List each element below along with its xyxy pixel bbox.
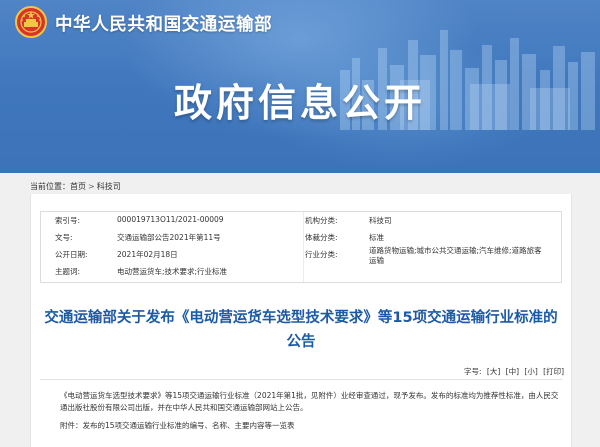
index-value: 000019713O11/2021-00009 — [117, 215, 224, 224]
genre-label: 体裁分类: — [305, 233, 338, 242]
font-small-button[interactable]: [小] — [524, 367, 537, 376]
genre-value: 标准 — [369, 233, 384, 242]
industry-label: 行业分类: — [305, 250, 338, 259]
issuer-value: 科技司 — [369, 216, 392, 225]
ministry-name[interactable]: 中华人民共和国交通运输部 — [55, 11, 272, 36]
national-emblem-icon — [15, 6, 47, 38]
meta-row: 主题词: 电动营运货车;技术要求;行业标准 — [41, 266, 561, 282]
article-body: 《电动营运货车选型技术要求》等15项交通运输行业标准（2021年第1批，见附件）… — [60, 390, 560, 438]
subject-value: 电动营运货车;技术要求;行业标准 — [117, 267, 228, 276]
subject-label: 主题词: — [55, 267, 81, 276]
date-value: 2021年02月18日 — [117, 250, 178, 259]
breadcrumb-separator: > — [88, 182, 95, 191]
article-title: 交通运输部关于发布《电动营运货车选型技术要求》等15项交通运输行业标准的公告 — [44, 310, 558, 350]
font-large-button[interactable]: [大] — [487, 367, 500, 376]
index-label: 索引号: — [55, 216, 81, 225]
date-label: 公开日期: — [55, 250, 88, 259]
font-medium-button[interactable]: [中] — [506, 367, 519, 376]
banner-title: 政府信息公开 — [173, 80, 426, 125]
font-size-bar: 字号: [大] [中] [小] [打印] — [461, 366, 564, 377]
industry-value: 道路货物运输;城市公共交通运输;汽车维修;道路旅客运输 — [369, 246, 542, 265]
breadcrumb-prefix: 当前位置： — [30, 182, 70, 191]
breadcrumb: 当前位置：首页 > 科技司 — [30, 181, 121, 192]
breadcrumb-home-link[interactable]: 首页 — [70, 182, 86, 191]
document-meta-table: 索引号: 000019713O11/2021-00009 机构分类: 科技司 文… — [40, 211, 562, 283]
meta-row: 索引号: 000019713O11/2021-00009 机构分类: 科技司 — [41, 215, 561, 231]
breadcrumb-section-link[interactable]: 科技司 — [97, 182, 121, 191]
docno-label: 文号: — [55, 233, 73, 242]
meta-row: 公开日期: 2021年02月18日 行业分类: 道路货物运输;城市公共交通运输;… — [41, 246, 561, 265]
article-paragraph: 《电动营运货车选型技术要求》等15项交通运输行业标准（2021年第1批，见附件）… — [60, 391, 559, 412]
attachment-link[interactable]: 附件：发布的15项交通运输行业标准的编号、名称、主要内容等一览表 — [60, 420, 560, 432]
issuer-label: 机构分类: — [305, 216, 338, 225]
header-banner: 中华人民共和国交通运输部 政府信息公开 — [0, 0, 600, 173]
divider — [40, 379, 562, 380]
font-size-label: 字号: — [463, 367, 482, 376]
docno-value: 交通运输部公告2021年第11号 — [117, 233, 221, 242]
print-button[interactable]: [打印] — [543, 367, 564, 376]
